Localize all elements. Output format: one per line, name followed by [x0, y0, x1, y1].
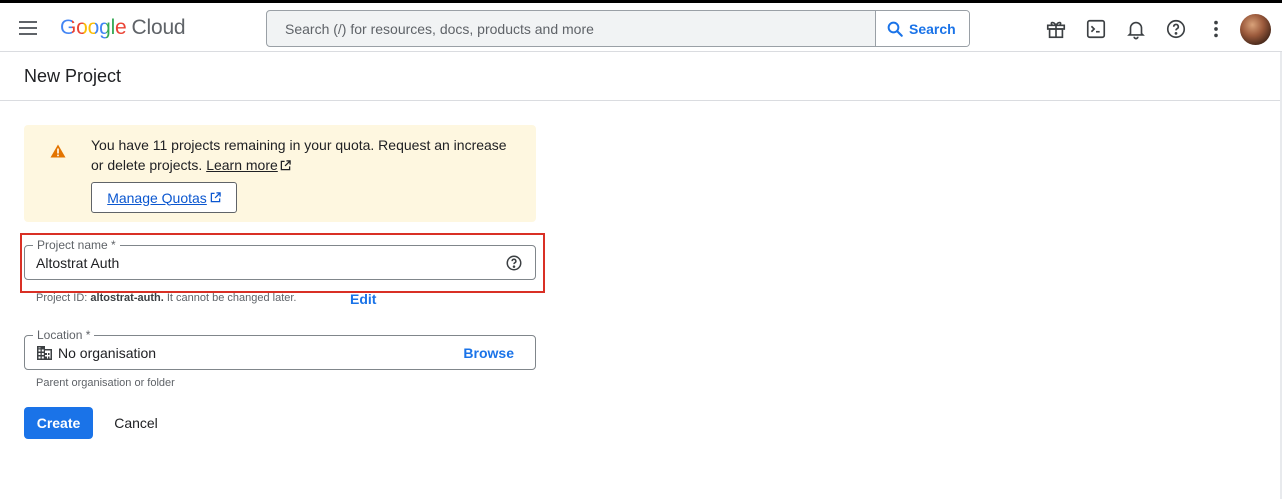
project-id-hint: Project ID: altostrat-auth. It cannot be… — [36, 292, 296, 304]
browse-button[interactable]: Browse — [463, 345, 514, 361]
help-icon[interactable] — [1164, 17, 1188, 41]
learn-more-link[interactable]: Learn more — [206, 157, 291, 173]
logo-cloud: Cloud — [131, 16, 186, 39]
gift-icon[interactable] — [1044, 17, 1068, 41]
project-name-field[interactable]: Project name * Altostrat Auth — [24, 238, 536, 280]
location-label: Location * — [33, 328, 95, 342]
page-header: New Project — [0, 52, 1282, 101]
search-bar: Search — [266, 10, 970, 47]
open-in-new-icon — [210, 192, 221, 203]
edit-project-id-link[interactable]: Edit — [350, 291, 376, 307]
help-icon[interactable] — [505, 254, 523, 272]
project-name-value: Altostrat Auth — [36, 255, 120, 271]
search-icon — [887, 21, 903, 37]
page-title: New Project — [24, 66, 122, 86]
organisation-icon — [37, 346, 52, 360]
search-input[interactable] — [267, 11, 875, 46]
project-id-suffix: It cannot be changed later. — [166, 292, 297, 304]
quota-banner: You have 11 projects remaining in your q… — [24, 125, 536, 222]
quota-banner-text: You have 11 projects remaining in your q… — [91, 135, 521, 175]
manage-quotas-label: Manage Quotas — [107, 189, 207, 206]
create-button[interactable]: Create — [24, 407, 93, 439]
open-in-new-icon — [280, 160, 291, 171]
search-button[interactable]: Search — [875, 11, 969, 46]
cloud-shell-icon[interactable] — [1084, 17, 1108, 41]
project-id-prefix: Project ID: — [36, 292, 88, 304]
learn-more-label: Learn more — [206, 157, 278, 173]
google-cloud-logo[interactable]: Google Cloud — [60, 16, 186, 40]
main-menu-icon[interactable] — [14, 14, 42, 42]
warning-icon — [50, 144, 66, 158]
project-id-value: altostrat-auth. — [90, 292, 164, 304]
location-hint: Parent organisation or folder — [36, 377, 175, 389]
user-avatar[interactable] — [1240, 14, 1271, 45]
logo-google: Google — [60, 16, 127, 39]
search-button-label: Search — [909, 20, 956, 37]
notifications-bell-icon[interactable] — [1124, 17, 1148, 41]
manage-quotas-button[interactable]: Manage Quotas — [91, 182, 237, 213]
quota-message: You have 11 projects remaining in your q… — [91, 137, 507, 173]
project-name-label: Project name * — [33, 238, 120, 252]
location-field[interactable]: Location * No organisation Browse — [24, 328, 536, 370]
location-value: No organisation — [58, 345, 157, 361]
more-vert-icon[interactable] — [1204, 17, 1228, 41]
cancel-button[interactable]: Cancel — [103, 407, 169, 439]
top-bar: Google Cloud Search — [0, 0, 1282, 52]
